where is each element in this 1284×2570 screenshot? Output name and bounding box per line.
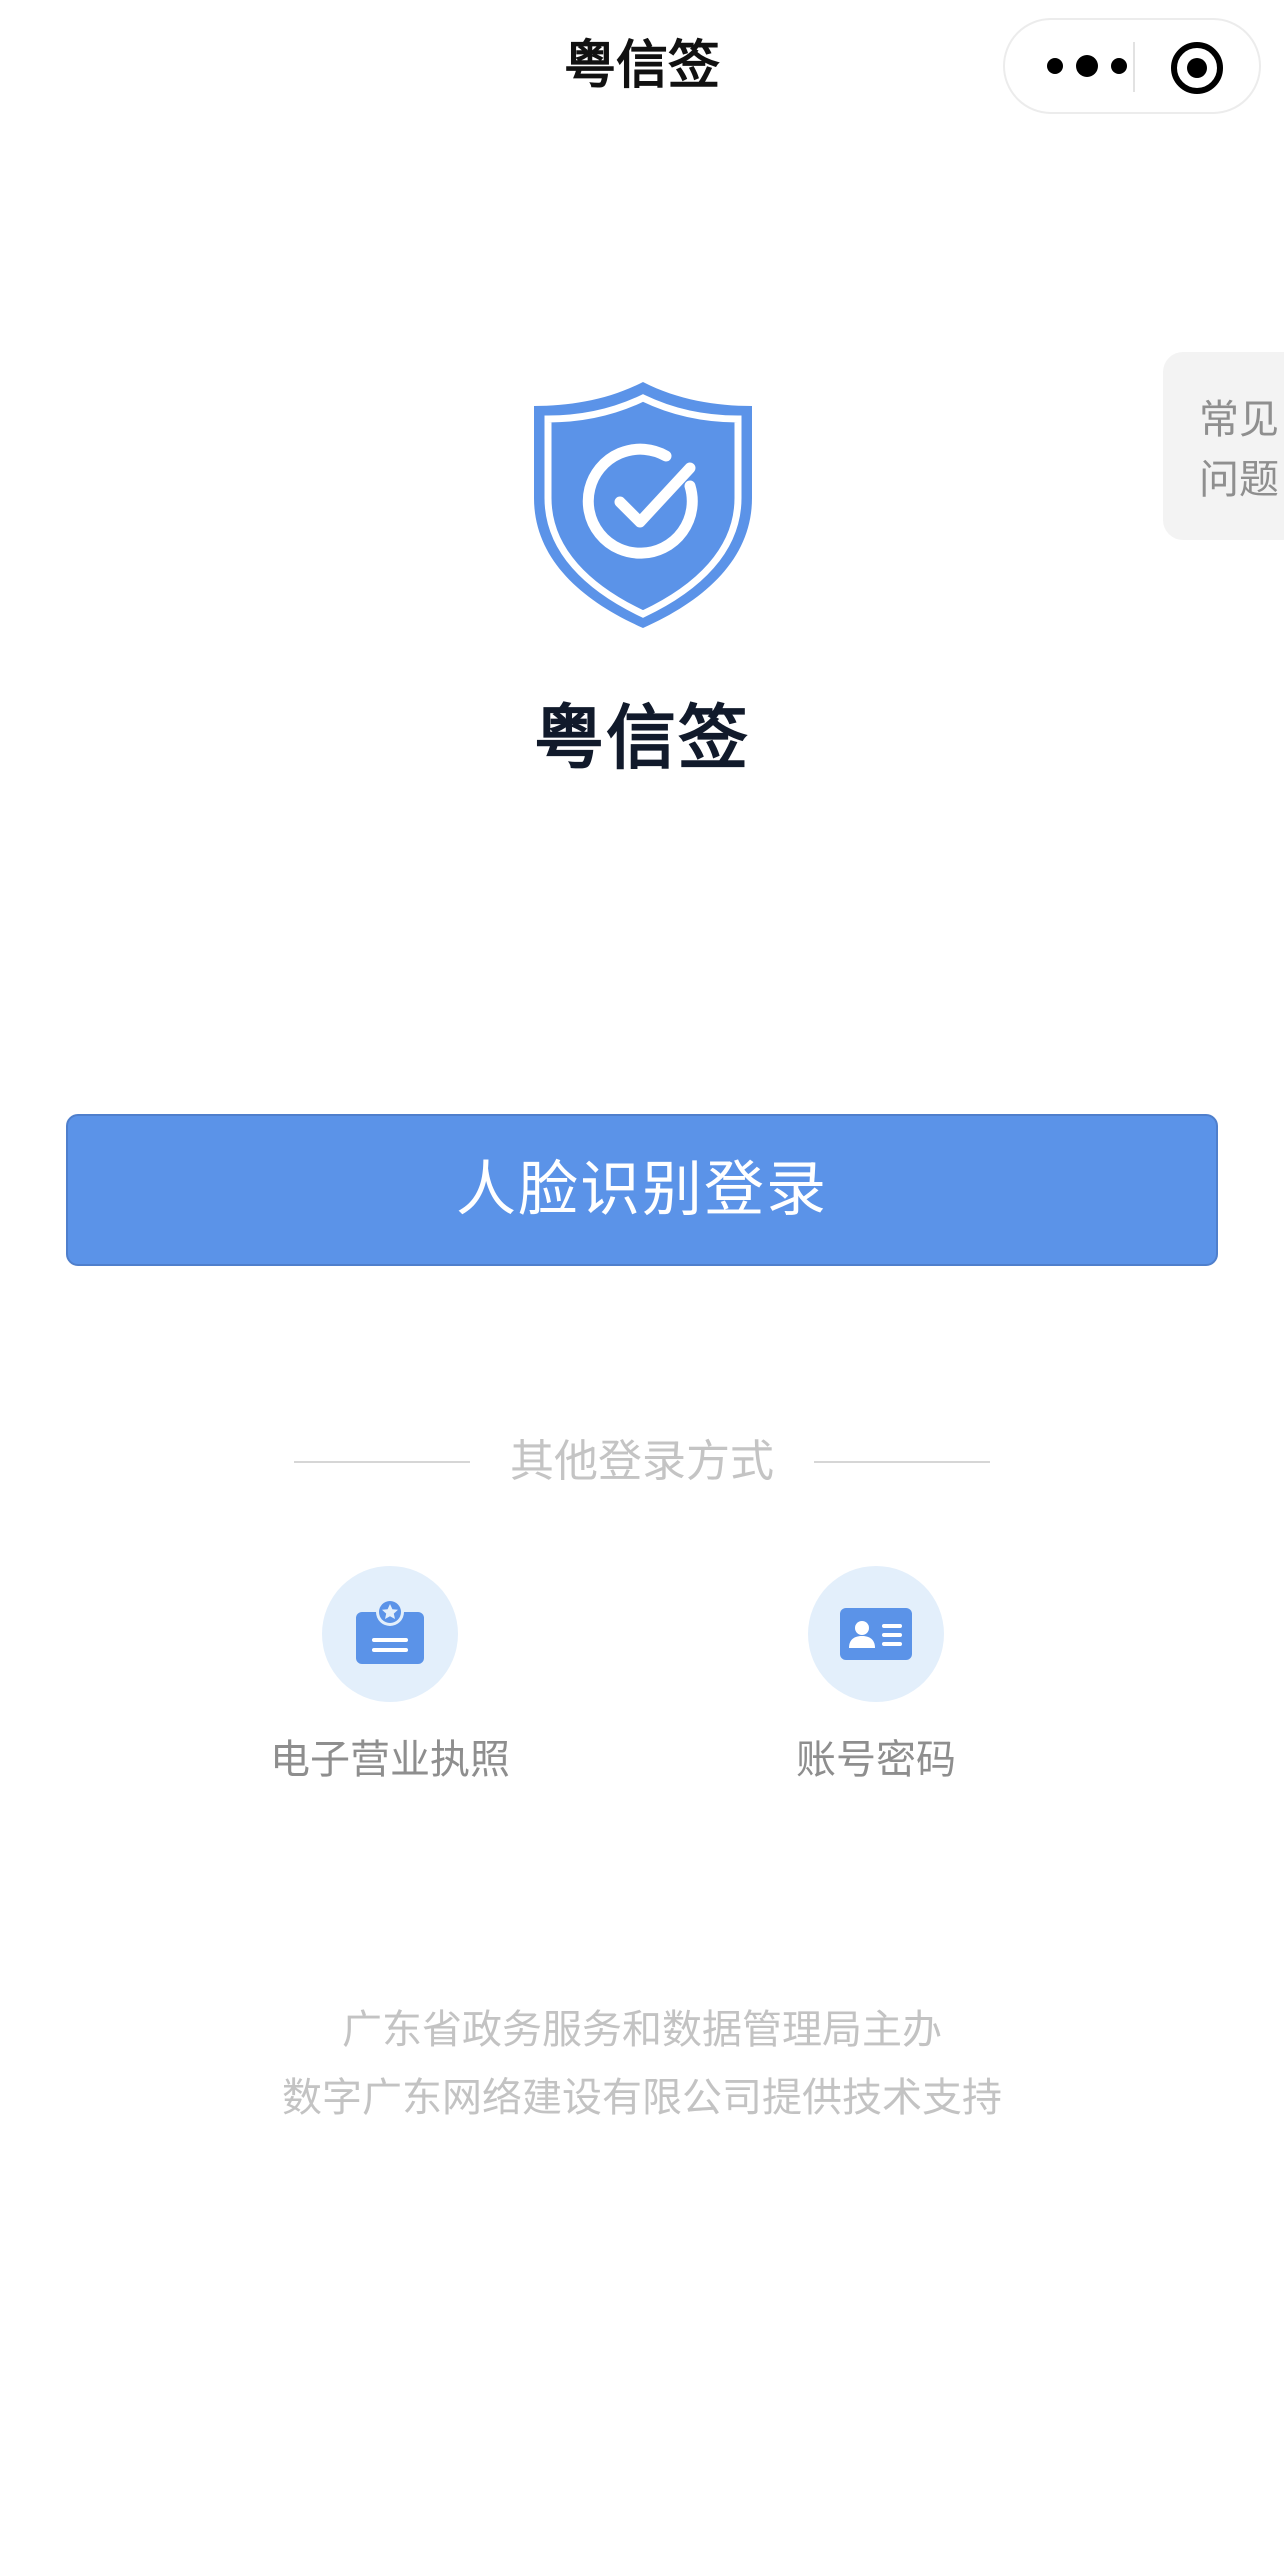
faq-label-line2: 问题 — [1199, 457, 1279, 503]
account-password-label: 账号密码 — [796, 1737, 956, 1783]
divider-right — [814, 1461, 990, 1463]
footer-organizer: 广东省政务服务和数据管理局主办 — [342, 2007, 942, 2053]
footer-tech-support: 数字广东网络建设有限公司提供技术支持 — [282, 2075, 1002, 2121]
other-login-heading: 其他登录方式 — [510, 1436, 774, 1487]
app-name: 粤信签 — [534, 697, 750, 779]
business-license-icon — [356, 1598, 424, 1664]
business-license-label: 电子营业执照 — [270, 1737, 510, 1783]
target-circle-icon[interactable] — [1169, 40, 1225, 96]
faq-tab[interactable]: 常见 问题 — [1163, 352, 1284, 540]
faq-label-line1: 常见 — [1199, 397, 1279, 443]
miniprogram-capsule — [1003, 18, 1261, 114]
business-license-login-option[interactable]: 电子营业执照 — [240, 1566, 540, 1806]
business-license-icon-circle — [322, 1566, 458, 1702]
face-recognition-login-button[interactable]: 人脸识别登录 — [66, 1114, 1218, 1266]
id-card-icon — [840, 1608, 912, 1660]
id-card-icon-circle — [808, 1566, 944, 1702]
shield-check-icon — [530, 378, 756, 632]
account-password-login-option[interactable]: 账号密码 — [726, 1566, 1026, 1806]
capsule-divider — [1133, 42, 1135, 92]
more-dots-icon[interactable] — [1043, 48, 1133, 84]
